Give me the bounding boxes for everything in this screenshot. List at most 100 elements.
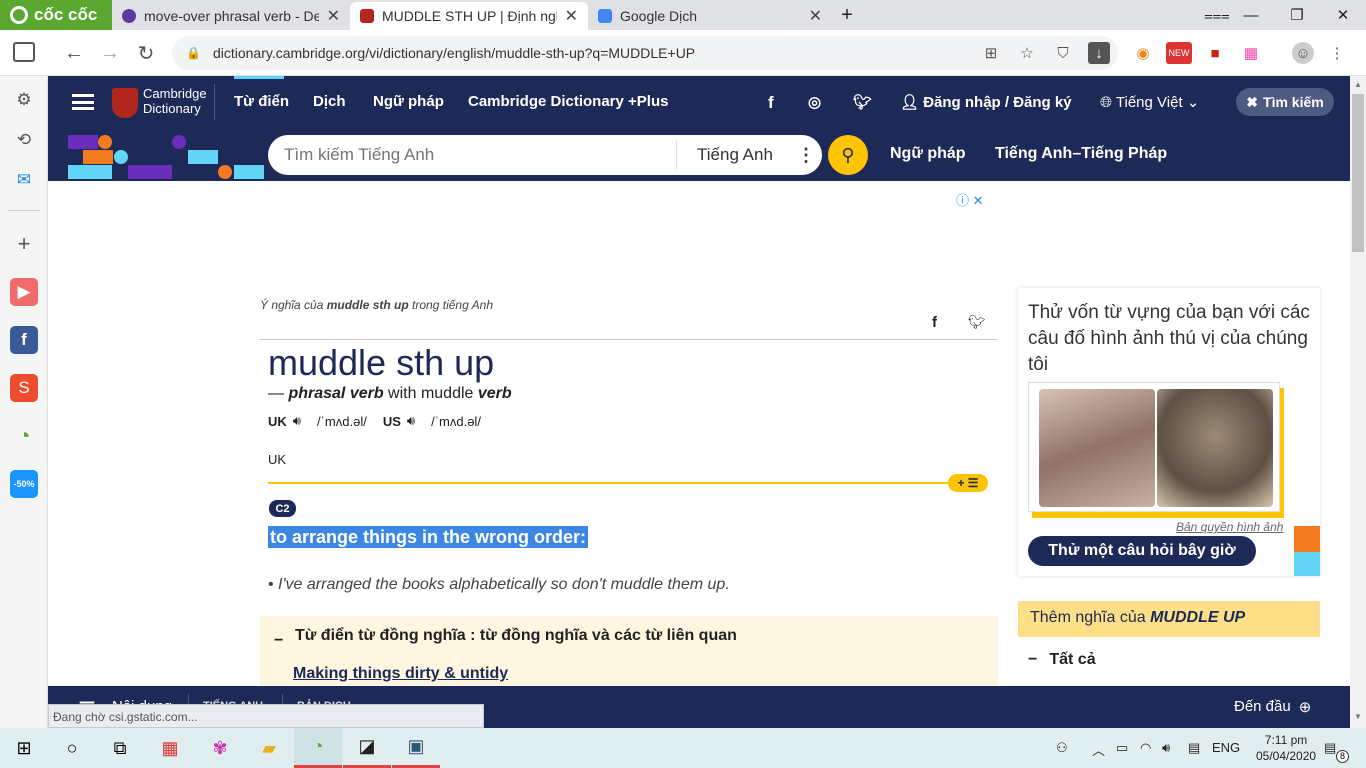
windows-start-icon[interactable]: ⊞ (0, 728, 48, 768)
notification-icon[interactable]: ▤ (1324, 740, 1336, 756)
close-icon[interactable]: ✕ (327, 6, 340, 26)
bookmark-star-icon[interactable]: ☆ (1016, 42, 1038, 64)
cambridge-favicon-icon (360, 9, 374, 23)
app-icon[interactable]: ▦ (146, 728, 194, 768)
shopee-icon[interactable]: S (10, 374, 38, 402)
page-scrollbar[interactable]: ▲ ▼ (1350, 76, 1366, 728)
input-language[interactable]: ENG (1212, 740, 1240, 755)
nav-translate[interactable]: Dịch (313, 93, 346, 110)
coccoc-sidebar-icon[interactable]: ◔ (10, 422, 38, 450)
facebook-icon[interactable]: f (10, 326, 38, 354)
shield-icon[interactable]: ⛉ (1052, 42, 1074, 64)
back-to-top-button[interactable]: Đến đầu ⊕ (1234, 698, 1311, 716)
speaker-us-icon[interactable]: 🔊︎ (407, 413, 415, 429)
search-button[interactable]: ⚲ (828, 135, 868, 175)
pos-label: phrasal verb (288, 385, 384, 402)
site-logo[interactable]: Cambridge Dictionary (143, 86, 207, 116)
menu-dots-icon[interactable]: ⋮ (1326, 42, 1348, 64)
tab-google-translate[interactable]: Google Dịch ✕ (588, 2, 832, 30)
gear-icon[interactable]: ⚙ (10, 86, 38, 114)
search-toggle-text: Tìm kiếm (1263, 94, 1324, 110)
system-clock[interactable]: 7:11 pm 05/04/2020 (1256, 732, 1316, 764)
people-icon[interactable]: ⚇ (1056, 740, 1068, 756)
more-meanings-header: Thêm nghĩa của MUDDLE UP (1018, 601, 1320, 637)
image-copyright-link[interactable]: Bản quyền hình ảnh (1176, 520, 1283, 534)
close-icon[interactable]: ✕ (565, 6, 578, 26)
speaker-uk-icon[interactable]: 🔊︎ (293, 413, 301, 429)
translate-icon[interactable]: ⊞ (980, 42, 1002, 64)
chevron-up-icon[interactable]: ︿ (1092, 740, 1105, 759)
minimize-button[interactable]: — (1228, 0, 1274, 30)
hamburger-menu-icon[interactable] (72, 94, 94, 110)
tiki-icon[interactable]: -50% (10, 470, 38, 498)
example-text: I've arranged the books alphabetically s… (278, 576, 730, 593)
close-icon[interactable]: ✕ (809, 6, 822, 26)
new-tab-button[interactable]: + (832, 0, 862, 30)
keyboard-icon[interactable]: ▤ (1188, 740, 1200, 756)
file-explorer-icon[interactable]: ▰ (245, 728, 293, 768)
sidebar-panel-icon[interactable] (13, 42, 35, 62)
nav-dictionary[interactable]: Từ điển (234, 93, 289, 110)
thesaurus-link[interactable]: Making things dirty & untidy (293, 665, 508, 683)
grammar-link[interactable]: Ngữ pháp (890, 145, 966, 163)
nav-grammar[interactable]: Ngữ pháp (373, 93, 444, 110)
task-view-icon[interactable]: ⧉ (96, 728, 144, 768)
restore-button[interactable]: ❐ (1274, 0, 1320, 30)
english-french-link[interactable]: Tiếng Anh–Tiếng Pháp (995, 145, 1167, 163)
app-icon[interactable]: ✾ (196, 728, 244, 768)
reload-button[interactable]: ↻ (131, 38, 161, 68)
instagram-icon[interactable]: ◎ (808, 93, 821, 111)
collapse-icon[interactable]: − (274, 632, 283, 650)
quiz-image-card[interactable] (1028, 382, 1280, 512)
messenger-icon[interactable]: ✉ (10, 166, 38, 194)
facebook-icon[interactable]: f (768, 93, 774, 113)
tab-muddle-sth-up[interactable]: MUDDLE STH UP | Định nghĩa ✕ (350, 2, 588, 30)
tab-move-over[interactable]: move-over phrasal verb - Def ✕ (112, 2, 350, 30)
scroll-thumb[interactable] (1352, 94, 1364, 252)
add-icon[interactable]: + (10, 230, 38, 258)
download-icon[interactable]: ↓ (1088, 42, 1110, 64)
share-twitter-icon[interactable]: 🐦︎ (968, 314, 986, 331)
coccoc-taskbar-icon[interactable]: ◔ (294, 728, 342, 768)
add-to-list-button[interactable]: + ☰ (948, 474, 988, 492)
avatar[interactable]: ☺ (1292, 42, 1314, 64)
forward-button[interactable]: → (95, 38, 125, 68)
volume-icon[interactable]: 🔊︎ (1162, 740, 1170, 756)
app-icon[interactable]: ▣ (392, 728, 440, 768)
login-link[interactable]: 👤︎ Đăng nhập / Đăng ký (900, 93, 1072, 111)
search-toggle-button[interactable]: ✖ Tìm kiếm (1236, 88, 1334, 116)
scroll-up-arrow[interactable]: ▲ (1354, 80, 1362, 89)
browser-tab-strip: cốc cốc move-over phrasal verb - Def ✕ M… (0, 0, 1366, 30)
coccoc-logo[interactable]: cốc cốc (0, 0, 112, 30)
back-button[interactable]: ← (59, 38, 89, 68)
battery-icon[interactable]: ▭ (1116, 740, 1128, 756)
globe-icon: 🌐︎ (1100, 94, 1116, 111)
ad-choices-icon[interactable]: ⓘ ✕ (956, 190, 984, 209)
share-facebook-icon[interactable]: f (932, 314, 937, 331)
extension-new-icon[interactable]: NEW (1166, 42, 1192, 64)
crumb-suffix: trong tiếng Anh (408, 298, 493, 312)
twitter-icon[interactable]: 🐦︎ (853, 93, 872, 111)
scroll-down-arrow[interactable]: ▼ (1354, 712, 1362, 721)
youtube-icon[interactable]: ▶ (10, 278, 38, 306)
extension-color-icon[interactable]: ▦ (1240, 42, 1262, 64)
to-top-text: Đến đầu (1234, 698, 1291, 715)
address-bar[interactable]: 🔒 dictionary.cambridge.org/vi/dictionary… (172, 36, 1118, 70)
nav-plus[interactable]: Cambridge Dictionary +Plus (468, 93, 668, 110)
start-quiz-button[interactable]: Thử một câu hỏi bây giờ (1028, 536, 1256, 566)
language-selector[interactable]: 🌐︎ Tiếng Việt ⌄ (1100, 93, 1199, 111)
all-meanings-toggle[interactable]: − Tất cả (1028, 651, 1096, 669)
sticky-notes-icon[interactable]: ◪ (343, 728, 391, 768)
more-options-icon[interactable]: ⋮ (797, 145, 815, 166)
extension-red-icon[interactable]: ■ (1204, 42, 1226, 64)
search-language[interactable]: Tiếng Anh (697, 145, 773, 165)
search-input[interactable] (268, 145, 668, 165)
browser-brand: cốc cốc (34, 5, 98, 24)
thesaurus-title[interactable]: Từ điển từ đồng nghĩa : từ đồng nghĩa và… (295, 627, 737, 645)
history-icon[interactable]: ⟲ (10, 126, 38, 154)
window-close-button[interactable]: ✕ (1320, 0, 1366, 30)
search-icon[interactable]: ○ (48, 728, 96, 768)
wifi-icon[interactable]: ◠ (1140, 740, 1151, 756)
collapse-icon: − (1028, 651, 1038, 668)
extension-chrome-icon[interactable]: ◉ (1132, 42, 1154, 64)
